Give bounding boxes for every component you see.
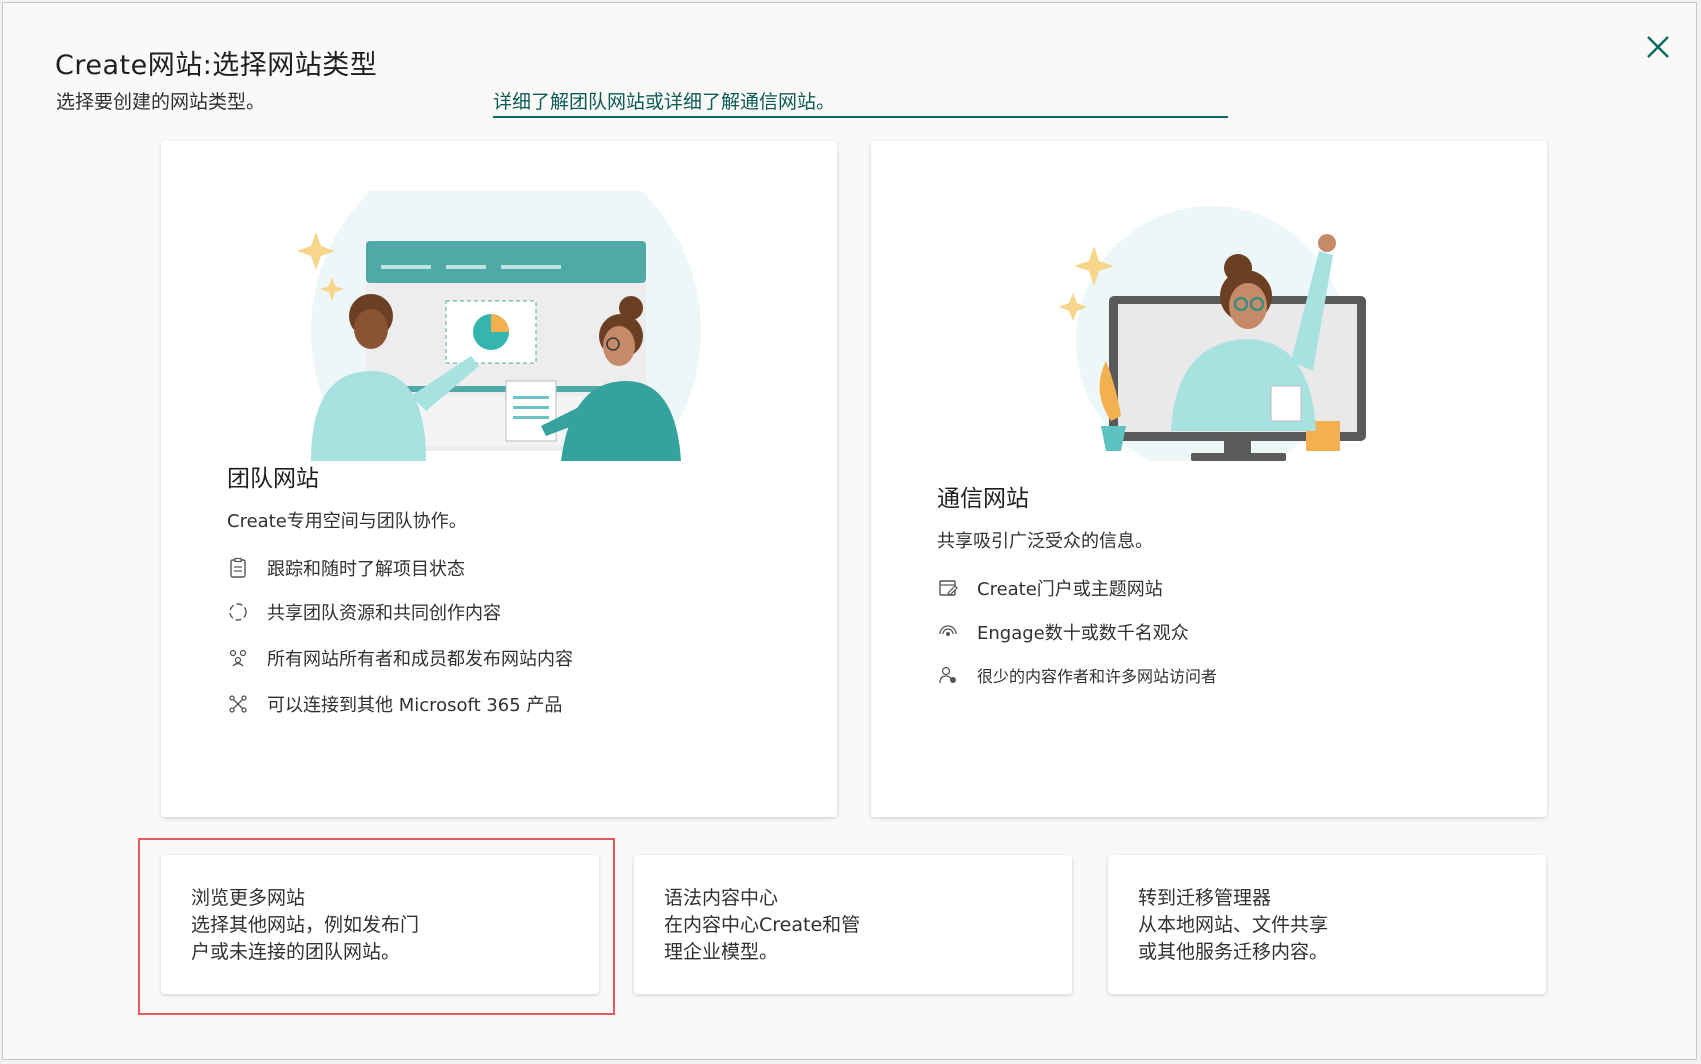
comm-feature-1-text: Create门户或主题网站 (977, 579, 1163, 600)
broadcast-icon (939, 625, 957, 636)
create-site-dialog: Create网站:选择网站类型 选择要创建的网站类型。 详细了解团队网站或详细了… (2, 2, 1697, 1060)
comm-feature-3: 很少的内容作者和许多网站访问者 (937, 663, 1217, 687)
migration-manager-desc-1: 从本地网站、文件共享 (1138, 914, 1329, 936)
content-center-desc-2: 理企业模型。 (664, 941, 779, 963)
team-site-card[interactable]: 团队网站 Create专用空间与团队协作。 跟踪和随时了解项目状态 共享团队资源… (161, 141, 837, 817)
communication-site-illustration (1059, 206, 1366, 461)
team-feature-3-text: 所有网站所有者和成员都发布网站内容 (267, 649, 573, 670)
migration-manager-card[interactable]: 转到迁移管理器 从本地网站、文件共享 或其他服务迁移内容。 (1108, 855, 1546, 994)
migration-manager-text: 转到迁移管理器 从本地网站、文件共享 或其他服务迁移内容。 (1138, 885, 1328, 966)
communication-site-card[interactable]: 通信网站 共享吸引广泛受众的信息。 Create门户或主题网站 Engage数十… (871, 141, 1547, 817)
team-site-illustration (297, 191, 701, 461)
team-feature-2-text: 共享团队资源和共同创作内容 (267, 603, 501, 624)
connect-icon (229, 695, 247, 713)
content-center-title: 语法内容中心 (664, 887, 779, 909)
team-feature-4-text: 可以连接到其他 Microsoft 365 产品 (267, 695, 563, 716)
dialog-title: Create网站:选择网站类型 (55, 50, 378, 81)
person-group-icon (939, 666, 956, 684)
content-center-text: 语法内容中心 在内容中心Create和管 理企业模型。 (664, 885, 860, 966)
comm-feature-1: Create门户或主题网站 (937, 575, 1163, 601)
team-site-description: Create专用空间与团队协作。 (227, 511, 467, 532)
content-center-desc-1: 在内容中心Create和管 (664, 914, 861, 936)
team-feature-3: 所有网站所有者和成员都发布网站内容 (227, 645, 573, 671)
migration-manager-title: 转到迁移管理器 (1138, 887, 1272, 909)
team-site-title: 团队网站 (227, 466, 319, 492)
comm-feature-3-text: 很少的内容作者和许多网站访问者 (977, 667, 1218, 686)
communication-site-title: 通信网站 (937, 486, 1029, 512)
close-button[interactable] (1638, 27, 1678, 67)
close-icon (1647, 36, 1669, 58)
edit-page-icon (939, 580, 958, 596)
clipboard-icon (230, 557, 246, 578)
highlight-box (138, 838, 615, 1015)
sync-circle-icon (229, 603, 247, 621)
dialog-subtitle: 选择要创建的网站类型。 (56, 91, 266, 113)
team-feature-1: 跟踪和随时了解项目状态 (227, 555, 465, 581)
comm-feature-2: Engage数十或数千名观众 (937, 619, 1189, 645)
learn-more-link[interactable]: 详细了解团队网站或详细了解通信网站。 (493, 87, 1228, 118)
people-icon (229, 649, 247, 667)
team-feature-1-text: 跟踪和随时了解项目状态 (267, 559, 465, 580)
communication-site-description: 共享吸引广泛受众的信息。 (937, 531, 1153, 552)
team-feature-4: 可以连接到其他 Microsoft 365 产品 (227, 691, 562, 717)
migration-manager-desc-2: 或其他服务迁移内容。 (1138, 941, 1329, 963)
content-center-card[interactable]: 语法内容中心 在内容中心Create和管 理企业模型。 (634, 855, 1072, 994)
team-feature-2: 共享团队资源和共同创作内容 (227, 599, 501, 625)
comm-feature-2-text: Engage数十或数千名观众 (977, 623, 1189, 644)
